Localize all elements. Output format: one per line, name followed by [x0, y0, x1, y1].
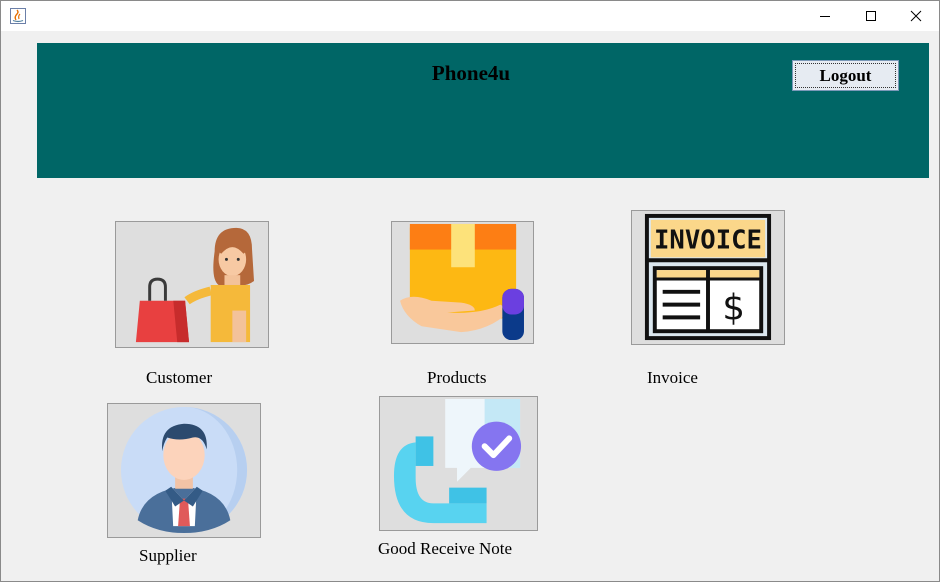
- minimize-button[interactable]: [802, 1, 848, 31]
- svg-text:INVOICE: INVOICE: [654, 225, 762, 255]
- invoice-label: Invoice: [647, 368, 698, 387]
- good-receive-note-button[interactable]: [379, 396, 538, 531]
- minimize-icon: [819, 10, 831, 22]
- svg-text:$: $: [722, 287, 745, 328]
- maximize-icon: [865, 10, 877, 22]
- invoice-icon: INVOICE $: [632, 211, 784, 344]
- header-panel: Phone4u Logout: [37, 43, 929, 178]
- close-button[interactable]: [893, 1, 939, 31]
- good-receive-note-label: Good Receive Note: [378, 539, 513, 558]
- supplier-button[interactable]: [107, 403, 261, 538]
- supplier-label: Supplier: [139, 546, 197, 565]
- title-bar: [1, 1, 939, 31]
- customer-label: Customer: [146, 368, 213, 387]
- businessman-avatar-icon: [108, 404, 260, 537]
- customer-button[interactable]: [115, 221, 269, 348]
- app-title: Phone4u: [431, 61, 511, 85]
- products-button[interactable]: [391, 221, 534, 344]
- close-icon: [910, 10, 922, 22]
- received-checkmark-icon: [380, 397, 537, 530]
- products-label: Products: [427, 368, 487, 387]
- invoice-button[interactable]: INVOICE $: [631, 210, 785, 345]
- app-window: Phone4u Logout Customer Products INVOICE…: [0, 0, 940, 582]
- shopper-woman-icon: [116, 222, 268, 347]
- package-in-hand-icon: [392, 222, 533, 343]
- logout-button[interactable]: Logout: [792, 60, 899, 91]
- maximize-button[interactable]: [848, 1, 894, 31]
- java-icon: [10, 8, 26, 24]
